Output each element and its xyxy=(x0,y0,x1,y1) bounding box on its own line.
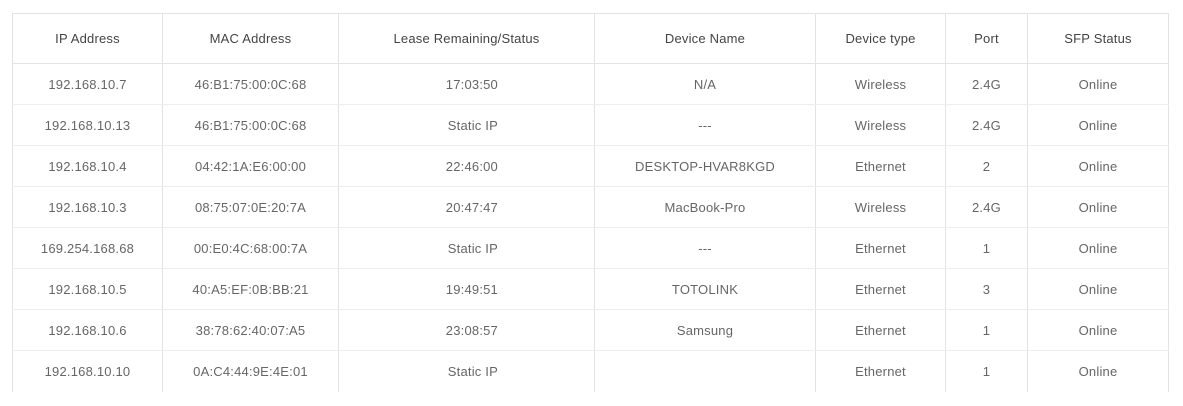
cell-port: 1 xyxy=(945,309,1028,351)
table-row: 192.168.10.3 08:75:07:0E:20:7A 20:47:47 … xyxy=(12,186,1169,228)
column-header-port: Port xyxy=(945,13,1028,64)
cell-sfp-status: Online xyxy=(1027,145,1169,187)
cell-lease: 23:08:57 xyxy=(338,309,595,351)
table-header-row: IP Address MAC Address Lease Remaining/S… xyxy=(12,13,1169,64)
cell-ip: 169.254.168.68 xyxy=(12,227,163,269)
cell-port: 2 xyxy=(945,145,1028,187)
cell-lease: Static IP xyxy=(338,350,595,392)
cell-port: 2.4G xyxy=(945,63,1028,105)
cell-mac: 08:75:07:0E:20:7A xyxy=(162,186,339,228)
cell-sfp-status: Online xyxy=(1027,350,1169,392)
cell-ip: 192.168.10.6 xyxy=(12,309,163,351)
cell-device-name: DESKTOP-HVAR8KGD xyxy=(594,145,816,187)
cell-device-name: --- xyxy=(594,227,816,269)
client-list-panel: IP Address MAC Address Lease Remaining/S… xyxy=(12,13,1169,392)
cell-lease: Static IP xyxy=(338,227,595,269)
cell-lease: Static IP xyxy=(338,104,595,146)
cell-device-type: Wireless xyxy=(815,104,946,146)
cell-sfp-status: Online xyxy=(1027,309,1169,351)
cell-lease: 22:46:00 xyxy=(338,145,595,187)
table-row: 169.254.168.68 00:E0:4C:68:00:7A Static … xyxy=(12,227,1169,269)
cell-mac: 04:42:1A:E6:00:00 xyxy=(162,145,339,187)
table-row: 192.168.10.13 46:B1:75:00:0C:68 Static I… xyxy=(12,104,1169,146)
cell-lease: 17:03:50 xyxy=(338,63,595,105)
cell-device-name: Samsung xyxy=(594,309,816,351)
cell-sfp-status: Online xyxy=(1027,268,1169,310)
table-row: 192.168.10.10 0A:C4:44:9E:4E:01 Static I… xyxy=(12,350,1169,392)
table-row: 192.168.10.5 40:A5:EF:0B:BB:21 19:49:51 … xyxy=(12,268,1169,310)
cell-sfp-status: Online xyxy=(1027,104,1169,146)
cell-device-type: Ethernet xyxy=(815,227,946,269)
column-header-sfp-status: SFP Status xyxy=(1027,13,1169,64)
table-row: 192.168.10.4 04:42:1A:E6:00:00 22:46:00 … xyxy=(12,145,1169,187)
cell-device-name xyxy=(594,350,816,392)
table-row: 192.168.10.7 46:B1:75:00:0C:68 17:03:50 … xyxy=(12,63,1169,105)
cell-sfp-status: Online xyxy=(1027,186,1169,228)
cell-ip: 192.168.10.3 xyxy=(12,186,163,228)
cell-sfp-status: Online xyxy=(1027,63,1169,105)
cell-device-type: Ethernet xyxy=(815,268,946,310)
cell-mac: 46:B1:75:00:0C:68 xyxy=(162,104,339,146)
cell-device-type: Wireless xyxy=(815,186,946,228)
table-row: 192.168.10.6 38:78:62:40:07:A5 23:08:57 … xyxy=(12,309,1169,351)
cell-device-type: Ethernet xyxy=(815,309,946,351)
cell-device-type: Ethernet xyxy=(815,350,946,392)
cell-device-name: MacBook-Pro xyxy=(594,186,816,228)
cell-port: 1 xyxy=(945,350,1028,392)
column-header-device-type: Device type xyxy=(815,13,946,64)
cell-ip: 192.168.10.5 xyxy=(12,268,163,310)
column-header-device-name: Device Name xyxy=(594,13,816,64)
cell-ip: 192.168.10.10 xyxy=(12,350,163,392)
cell-ip: 192.168.10.4 xyxy=(12,145,163,187)
column-header-mac: MAC Address xyxy=(162,13,339,64)
cell-ip: 192.168.10.13 xyxy=(12,104,163,146)
cell-mac: 40:A5:EF:0B:BB:21 xyxy=(162,268,339,310)
cell-port: 1 xyxy=(945,227,1028,269)
cell-device-name: N/A xyxy=(594,63,816,105)
cell-device-name: TOTOLINK xyxy=(594,268,816,310)
cell-port: 3 xyxy=(945,268,1028,310)
cell-port: 2.4G xyxy=(945,104,1028,146)
cell-lease: 20:47:47 xyxy=(338,186,595,228)
cell-mac: 38:78:62:40:07:A5 xyxy=(162,309,339,351)
cell-ip: 192.168.10.7 xyxy=(12,63,163,105)
cell-device-type: Wireless xyxy=(815,63,946,105)
column-header-lease: Lease Remaining/Status xyxy=(338,13,595,64)
cell-mac: 46:B1:75:00:0C:68 xyxy=(162,63,339,105)
cell-mac: 0A:C4:44:9E:4E:01 xyxy=(162,350,339,392)
cell-port: 2.4G xyxy=(945,186,1028,228)
cell-sfp-status: Online xyxy=(1027,227,1169,269)
cell-lease: 19:49:51 xyxy=(338,268,595,310)
cell-device-type: Ethernet xyxy=(815,145,946,187)
cell-mac: 00:E0:4C:68:00:7A xyxy=(162,227,339,269)
client-table: IP Address MAC Address Lease Remaining/S… xyxy=(12,13,1169,392)
cell-device-name: --- xyxy=(594,104,816,146)
column-header-ip: IP Address xyxy=(12,13,163,64)
